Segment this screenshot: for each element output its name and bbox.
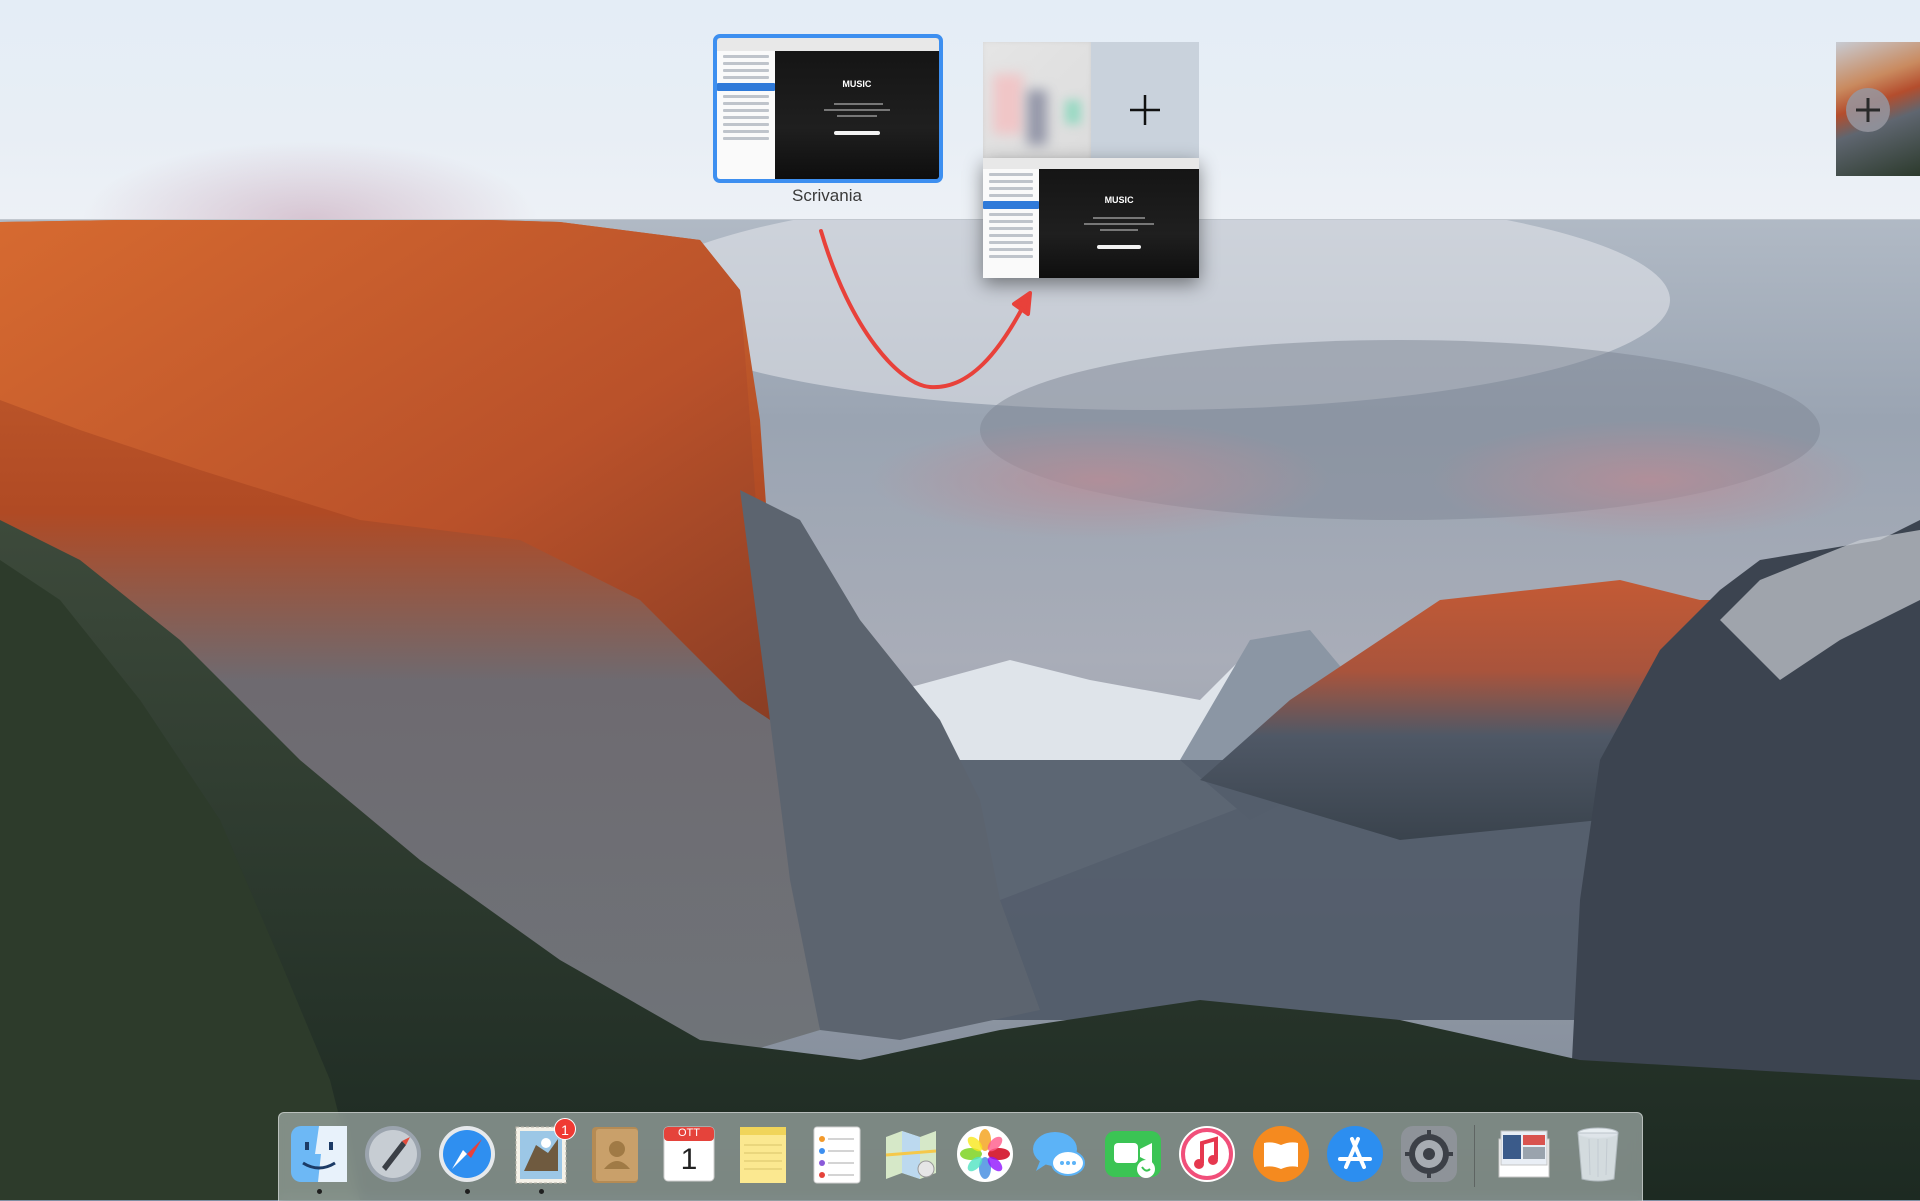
spaces-bar-glow: [80, 140, 540, 219]
mini-window-toolbar: [717, 38, 939, 52]
dock-item-safari[interactable]: [436, 1123, 498, 1185]
running-indicator: [317, 1189, 322, 1194]
mini-window-sidebar: [717, 50, 775, 179]
calendar-day: 1: [680, 1143, 698, 1176]
dock-item-photos[interactable]: [954, 1123, 1016, 1185]
flower-icon: [957, 1126, 1013, 1182]
blurred-window-preview: [983, 42, 1091, 160]
calendar-month: OTT: [678, 1127, 700, 1139]
dock-item-maps[interactable]: [880, 1123, 942, 1185]
mini-window-content: MUSIC: [1039, 168, 1199, 278]
mini-window-content: MUSIC: [774, 50, 939, 179]
dock-item-contacts[interactable]: [584, 1123, 646, 1185]
apple-music-logo: MUSIC: [842, 78, 872, 89]
finder-icon: [291, 1126, 347, 1182]
mission-control-spaces-bar: [0, 0, 1920, 220]
dock-item-calendar[interactable]: OTT 1: [658, 1123, 720, 1185]
mail-unread-badge: 1: [554, 1118, 576, 1140]
dock-separator: [1474, 1125, 1475, 1187]
dock-item-notes[interactable]: [732, 1123, 794, 1185]
stack-icon: [1498, 1130, 1550, 1178]
dock-item-trash[interactable]: [1567, 1123, 1629, 1185]
dock-item-reminders[interactable]: [806, 1123, 868, 1185]
dock-item-launchpad[interactable]: [362, 1123, 424, 1185]
dock-item-facetime[interactable]: [1102, 1123, 1164, 1185]
dock: 1 OTT 1: [278, 1112, 1643, 1201]
trash-icon: [1577, 1127, 1619, 1182]
music-note-icon: [1179, 1126, 1235, 1182]
checklist-icon: [813, 1126, 861, 1184]
contacts-book-icon: [592, 1127, 638, 1183]
mini-music-window: MUSIC: [717, 38, 939, 179]
new-space-drop-zone[interactable]: [983, 42, 1199, 160]
running-indicator: [539, 1189, 544, 1194]
running-indicator: [465, 1189, 470, 1194]
add-space-button-right[interactable]: [1844, 86, 1892, 134]
dock-item-itunes[interactable]: [1176, 1123, 1238, 1185]
rocket-icon: [365, 1126, 421, 1182]
dock-item-ibooks[interactable]: [1250, 1123, 1312, 1185]
plus-icon: [1130, 95, 1160, 125]
map-icon: [885, 1131, 937, 1179]
dock-item-mail[interactable]: 1: [510, 1118, 576, 1185]
dock-item-messages[interactable]: [1028, 1123, 1090, 1185]
gear-icon: [1401, 1126, 1457, 1182]
space-thumbnail-scrivania[interactable]: MUSIC: [713, 34, 943, 183]
dock-item-system-preferences[interactable]: [1398, 1123, 1460, 1185]
dragged-window-thumbnail[interactable]: MUSIC: [983, 158, 1199, 278]
video-camera-icon: [1105, 1131, 1161, 1178]
compass-icon: [439, 1126, 495, 1182]
apple-music-logo: MUSIC: [1104, 194, 1134, 205]
add-space-button[interactable]: [1091, 42, 1199, 160]
space-label: Scrivania: [792, 186, 862, 205]
app-store-icon: [1327, 1126, 1383, 1182]
dock-item-finder[interactable]: [288, 1123, 350, 1185]
dock-item-app-store[interactable]: [1324, 1123, 1386, 1185]
open-book-icon: [1253, 1126, 1309, 1182]
notepad-icon: [740, 1127, 786, 1183]
chat-bubbles-icon: [1033, 1132, 1085, 1176]
mini-window-sidebar: [983, 168, 1040, 278]
plus-icon: [1846, 88, 1890, 132]
dock-item-documents-stack[interactable]: [1493, 1123, 1555, 1185]
mini-music-window: MUSIC: [983, 158, 1199, 278]
